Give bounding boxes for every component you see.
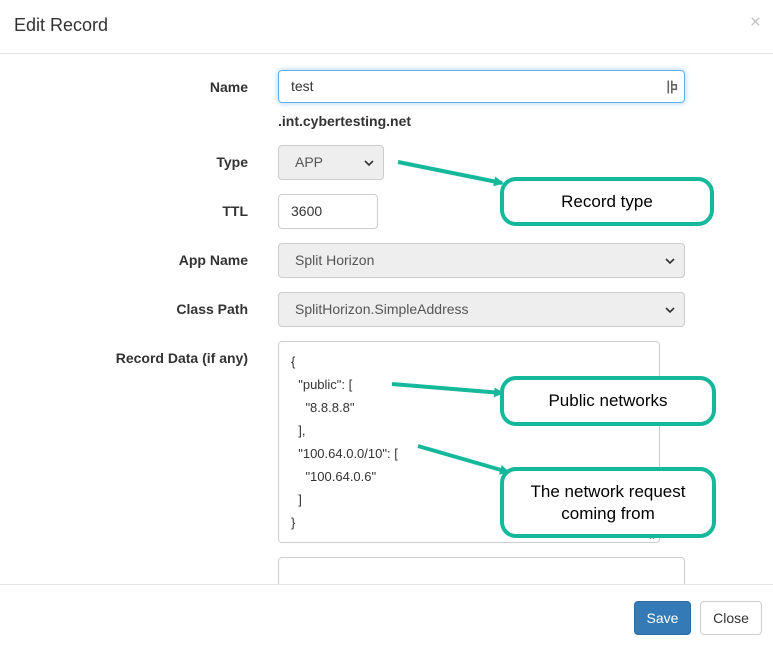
app-name-select[interactable]: Split Horizon (278, 243, 685, 278)
close-icon[interactable]: × (750, 13, 761, 32)
chevron-down-icon (665, 307, 675, 314)
arrow-record-type (397, 160, 504, 187)
type-value: APP (295, 154, 324, 170)
class-path-value: SplitHorizon.SimpleAddress (295, 301, 469, 317)
type-select[interactable]: APP (278, 145, 384, 180)
type-label: Type (216, 154, 248, 170)
name-label: Name (209, 79, 248, 95)
callout-public-networks: Public networks (500, 376, 716, 426)
code-line: "100.64.0.0/10": [ (291, 446, 398, 461)
ttl-input[interactable]: 3600 (278, 194, 378, 229)
password-manager-icon[interactable] (667, 80, 679, 94)
code-line: { (291, 354, 296, 369)
save-button[interactable]: Save (634, 601, 691, 635)
dialog-header: Edit Record × (0, 0, 773, 54)
partial-input[interactable] (278, 557, 685, 587)
class-path-label: Class Path (176, 301, 248, 317)
ttl-value: 3600 (291, 203, 323, 219)
close-button[interactable]: Close (700, 601, 762, 635)
class-path-select[interactable]: SplitHorizon.SimpleAddress (278, 292, 685, 327)
name-value: test (291, 78, 314, 94)
ttl-label: TTL (222, 203, 248, 219)
chevron-down-icon (665, 258, 675, 265)
domain-suffix: .int.cybertesting.net (278, 113, 412, 129)
callout-record-type: Record type (500, 177, 714, 226)
record-data-label: Record Data (if any) (115, 350, 248, 366)
callout-network-request: The network request coming from (500, 467, 716, 538)
app-name-label: App Name (178, 252, 248, 268)
name-input[interactable]: test (278, 70, 685, 103)
app-name-value: Split Horizon (295, 252, 375, 268)
dialog-title: Edit Record (14, 15, 109, 35)
chevron-down-icon (364, 160, 374, 167)
